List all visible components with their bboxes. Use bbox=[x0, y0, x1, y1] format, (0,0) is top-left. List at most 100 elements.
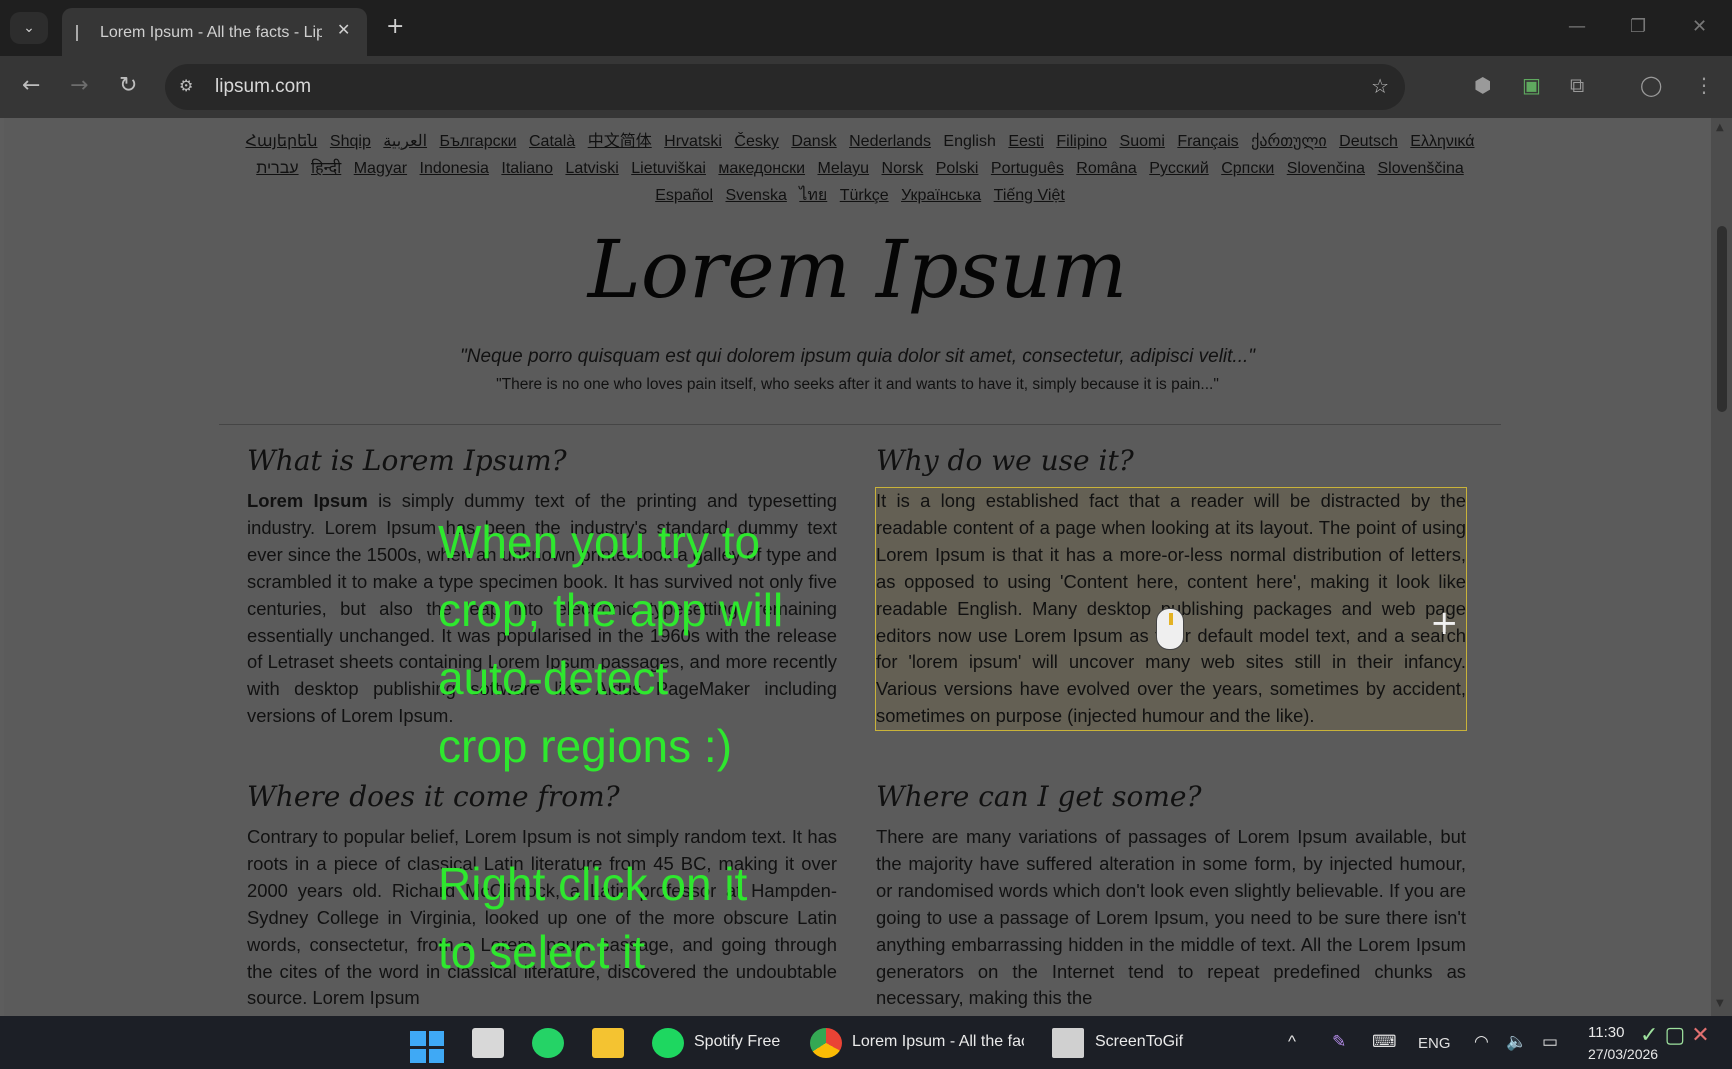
tab-favicon-icon bbox=[76, 25, 78, 41]
taskbar: Spotify Free Lorem Ipsum - All the facts… bbox=[0, 1016, 1732, 1069]
language-link[interactable]: Româna bbox=[1076, 160, 1136, 177]
language-link[interactable]: ไทย bbox=[799, 187, 827, 204]
language-link[interactable]: македонски bbox=[718, 160, 805, 177]
language-link[interactable]: Melayu bbox=[817, 160, 869, 177]
menu-kebab-icon[interactable]: ⋮ bbox=[1694, 73, 1714, 97]
reload-button[interactable]: ↻ bbox=[119, 73, 137, 98]
keyboard-icon[interactable]: ⌨ bbox=[1372, 1032, 1397, 1052]
language-link[interactable]: ქართული bbox=[1251, 133, 1327, 150]
language-link[interactable]: Eesti bbox=[1008, 133, 1044, 150]
window-icon[interactable]: ▢ bbox=[1664, 1023, 1685, 1048]
bookmark-star-icon[interactable]: ☆ bbox=[1371, 74, 1389, 98]
tutorial-caption: When you try to crop, the app will auto-… bbox=[438, 516, 784, 772]
language-link[interactable]: Suomi bbox=[1120, 133, 1165, 150]
language-link[interactable]: Slovenčina bbox=[1287, 160, 1365, 177]
page-scrollbar[interactable]: ▲ ▼ bbox=[1711, 118, 1732, 1016]
chrome-icon[interactable] bbox=[810, 1028, 842, 1058]
new-tab-button[interactable]: + bbox=[386, 14, 404, 39]
back-button[interactable]: ← bbox=[22, 73, 40, 98]
language-link[interactable]: Српски bbox=[1221, 160, 1274, 177]
scroll-down-icon[interactable]: ▼ bbox=[1716, 998, 1724, 1009]
language-link[interactable]: Svenska bbox=[725, 187, 786, 204]
language-link[interactable]: Nederlands bbox=[849, 133, 931, 150]
minimize-button[interactable]: — bbox=[1568, 16, 1586, 37]
profile-icon[interactable]: ◯ bbox=[1640, 73, 1662, 97]
file-explorer-icon[interactable] bbox=[592, 1028, 624, 1058]
language-link[interactable]: Italiano bbox=[501, 160, 553, 177]
address-bar[interactable]: ⚙ lipsum.com ☆ bbox=[165, 64, 1405, 110]
language-link[interactable]: עברית bbox=[256, 160, 298, 177]
screentogif-taskbar-label[interactable]: ScreenToGif bbox=[1095, 1033, 1183, 1051]
wifi-icon[interactable]: ◠ bbox=[1474, 1032, 1489, 1052]
whatsapp-icon[interactable] bbox=[532, 1028, 564, 1058]
scroll-up-icon[interactable]: ▲ bbox=[1716, 122, 1724, 133]
extension-icon[interactable]: ▣ bbox=[1522, 73, 1541, 97]
language-link[interactable]: Česky bbox=[734, 133, 778, 150]
language-link[interactable]: Հայերեն bbox=[246, 133, 318, 150]
site-info-icon[interactable]: ⚙ bbox=[179, 76, 193, 95]
browser-tab[interactable]: Lorem Ipsum - All the facts - Lipsum gen… bbox=[62, 8, 367, 56]
language-link[interactable]: Slovenščina bbox=[1377, 160, 1463, 177]
tab-close-icon[interactable]: ✕ bbox=[337, 20, 350, 39]
language-link[interactable]: Hrvatski bbox=[664, 133, 722, 150]
screentogif-icon[interactable] bbox=[1052, 1028, 1084, 1058]
url-text[interactable]: lipsum.com bbox=[215, 76, 311, 98]
language-link[interactable]: Ελληνικά bbox=[1410, 133, 1474, 150]
language-link[interactable]: Català bbox=[529, 133, 575, 150]
language-link[interactable]: Latviski bbox=[565, 160, 618, 177]
chrome-taskbar-label[interactable]: Lorem Ipsum - All the facts - Lipsum gen… bbox=[852, 1033, 1024, 1051]
restore-button[interactable]: ❐ bbox=[1630, 16, 1646, 37]
forward-button[interactable]: → bbox=[70, 73, 88, 98]
language-link[interactable]: Shqip bbox=[330, 133, 371, 150]
language-link[interactable]: Lietuviškai bbox=[631, 160, 706, 177]
spotify-taskbar-label[interactable]: Spotify Free bbox=[694, 1033, 780, 1051]
close-icon[interactable]: ✕ bbox=[1691, 1023, 1709, 1048]
tab-search-button[interactable]: ⌄ bbox=[10, 12, 48, 44]
section-body: There are many variations of passages of… bbox=[876, 826, 1466, 1009]
tray-chevron-icon[interactable]: ^ bbox=[1288, 1032, 1296, 1052]
language-link[interactable]: Українська bbox=[901, 187, 981, 204]
spotify-icon[interactable] bbox=[652, 1028, 684, 1058]
language-link[interactable]: Magyar bbox=[354, 160, 407, 177]
browser-toolbar: ← → ↻ ⚙ lipsum.com ☆ ⬢ ▣ ⧉ ◯ ⋮ bbox=[0, 56, 1732, 118]
page-viewport: Հայերեն Shqip العربية Български Català 中… bbox=[4, 118, 1711, 1016]
language-link[interactable]: Español bbox=[655, 187, 713, 204]
scrollbar-thumb[interactable] bbox=[1717, 226, 1727, 412]
language-link[interactable]: Français bbox=[1177, 133, 1238, 150]
section-heading: Where does it come from? bbox=[247, 780, 620, 813]
language-link[interactable]: Türkçe bbox=[840, 187, 889, 204]
battery-icon[interactable]: ▭ bbox=[1542, 1032, 1558, 1052]
confirm-icon[interactable]: ✓ bbox=[1640, 1023, 1658, 1048]
language-link[interactable]: हिन्दी bbox=[311, 160, 341, 177]
clock-date[interactable]: 27/03/2026 bbox=[1588, 1046, 1658, 1062]
windows-start-icon[interactable] bbox=[410, 1031, 444, 1063]
crosshair-cursor-icon: + bbox=[1430, 603, 1459, 643]
close-window-button[interactable]: ✕ bbox=[1692, 16, 1707, 37]
language-link[interactable]: Português bbox=[991, 160, 1064, 177]
volume-icon[interactable]: 🔈 bbox=[1506, 1032, 1527, 1052]
language-link[interactable]: العربية bbox=[383, 133, 427, 150]
language-link[interactable]: Pyccкий bbox=[1149, 160, 1209, 177]
language-link[interactable]: Norsk bbox=[882, 160, 924, 177]
language-link[interactable]: Dansk bbox=[791, 133, 836, 150]
language-link[interactable]: Deutsch bbox=[1339, 133, 1398, 150]
language-link[interactable]: Filipino bbox=[1056, 133, 1107, 150]
pen-icon[interactable]: ✎ bbox=[1332, 1032, 1346, 1052]
clock-time[interactable]: 11:30 bbox=[1588, 1024, 1624, 1041]
language-link[interactable]: Tiếng Việt bbox=[994, 187, 1065, 204]
section-where-get: Where can I get some? There are many var… bbox=[876, 780, 1466, 1012]
extensions-puzzle-icon[interactable]: ⧉ bbox=[1570, 73, 1584, 97]
language-link[interactable]: Polski bbox=[936, 160, 979, 177]
task-view-icon[interactable] bbox=[472, 1028, 504, 1058]
language-link[interactable]: Български bbox=[439, 133, 516, 150]
language-link[interactable]: Indonesia bbox=[420, 160, 489, 177]
mouse-right-click-icon bbox=[1156, 608, 1184, 650]
language-link[interactable]: 中文简体 bbox=[588, 133, 652, 150]
language-indicator[interactable]: ENG bbox=[1418, 1035, 1451, 1052]
divider bbox=[219, 424, 1501, 425]
section-heading: Why do we use it? bbox=[876, 444, 1134, 477]
extension-icon[interactable]: ⬢ bbox=[1474, 73, 1491, 97]
browser-tab-bar: ⌄ Lorem Ipsum - All the facts - Lipsum g… bbox=[0, 0, 1732, 56]
quote-english: "There is no one who loves pain itself, … bbox=[496, 376, 1219, 393]
language-link: English bbox=[943, 133, 996, 150]
